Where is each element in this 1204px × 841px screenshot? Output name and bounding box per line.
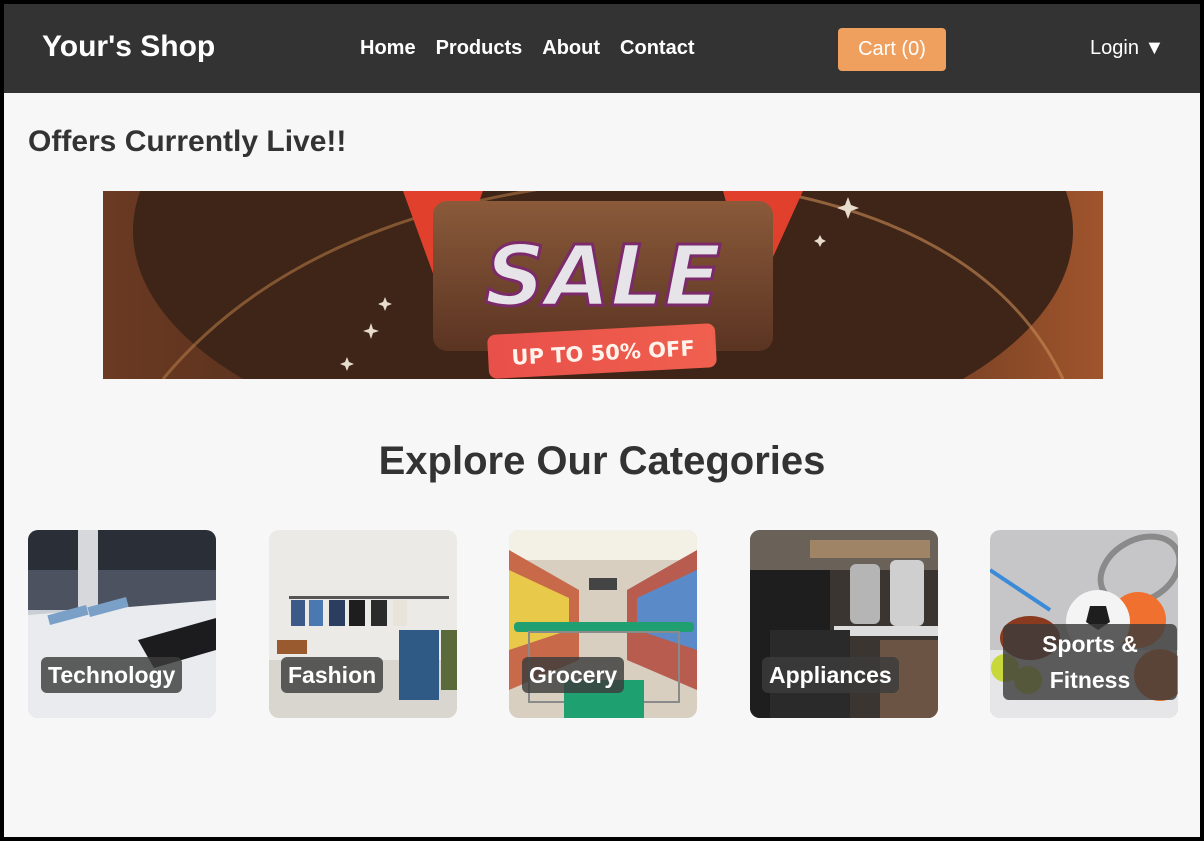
categories-heading: Explore Our Categories: [378, 439, 826, 483]
site-header: Your's Shop Home Products About Contact …: [4, 4, 1200, 93]
category-label-sports-fitness: Sports & Fitness: [1003, 624, 1177, 700]
sale-banner[interactable]: SALE UP TO 50% OFF: [103, 191, 1103, 379]
category-card-grocery[interactable]: Grocery: [509, 530, 697, 718]
category-card-fashion[interactable]: Fashion: [269, 530, 457, 718]
category-label-fashion: Fashion: [281, 657, 384, 693]
offers-heading: Offers Currently Live!!: [28, 125, 347, 158]
category-label-technology: Technology: [41, 657, 183, 693]
nav-home-link[interactable]: Home: [360, 37, 416, 60]
category-label-grocery: Grocery: [522, 657, 625, 693]
nav-contact-link[interactable]: Contact: [620, 37, 694, 60]
nav-about-link[interactable]: About: [542, 37, 600, 60]
page: Your's Shop Home Products About Contact …: [4, 4, 1200, 837]
banner-headline: SALE: [485, 227, 721, 325]
category-label-appliances: Appliances: [762, 657, 899, 693]
category-card-appliances[interactable]: Appliances: [750, 530, 938, 718]
brand-logo[interactable]: Your's Shop: [42, 30, 215, 64]
cart-button[interactable]: Cart (0): [838, 28, 946, 71]
main-nav: Home Products About Contact: [360, 37, 694, 60]
login-dropdown[interactable]: Login ▼: [1090, 37, 1164, 60]
sale-banner-image: SALE UP TO 50% OFF: [103, 191, 1103, 379]
nav-products-link[interactable]: Products: [436, 37, 523, 60]
category-card-sports-fitness[interactable]: Sports & Fitness: [990, 530, 1178, 718]
category-card-technology[interactable]: Technology: [28, 530, 216, 718]
